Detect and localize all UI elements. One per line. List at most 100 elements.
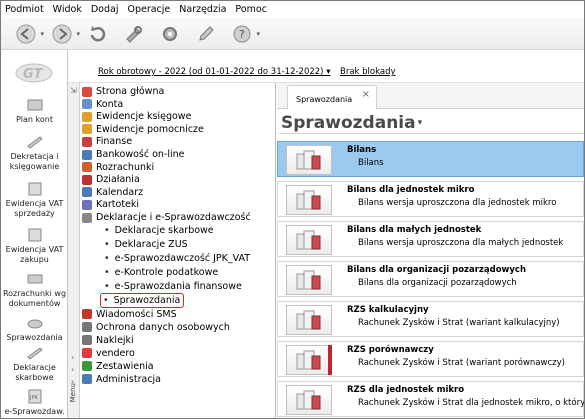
nav-item-icon: [82, 99, 92, 110]
tools-button[interactable]: [119, 22, 149, 46]
refresh-button[interactable]: [83, 22, 113, 46]
period-bar: Rok obrotowy - 2022 (od 01-01-2022 do 31…: [68, 50, 584, 83]
quick-sprawozdania[interactable]: Sprawozdania: [1, 315, 68, 343]
quick-vat-sprzedazy[interactable]: Ewidencja VAT sprzedaży: [1, 181, 68, 218]
nav-subitem[interactable]: • e-Sprawozdania finansowe: [104, 280, 242, 293]
report-thumbnail: [286, 225, 332, 255]
nav-subitem[interactable]: • e-Sprawozdawczość JPK_VAT: [104, 252, 250, 265]
nav-collapse-strip[interactable]: ⇲ › › › Menu: [68, 83, 80, 418]
nav-item[interactable]: vendero: [82, 347, 135, 360]
nav-item[interactable]: Strona główna: [82, 85, 164, 98]
reports-icon: [27, 319, 42, 329]
fiscal-year-selector[interactable]: Rok obrotowy - 2022 (od 01-01-2022 do 31…: [98, 67, 330, 77]
report-thumbnail: [286, 265, 332, 295]
nav-subitem[interactable]: • Sprawozdania: [100, 292, 185, 308]
nav-subitem-label: Deklaracje skarbowe: [114, 224, 214, 236]
nav-item-icon: [82, 162, 92, 173]
nav-item[interactable]: Działania: [82, 173, 140, 186]
nav-item[interactable]: Administracja: [82, 373, 161, 386]
nav-item-label: Wiadomości SMS: [96, 308, 177, 320]
report-card[interactable]: Bilans Bilans: [277, 141, 584, 177]
nav-item-icon: [82, 361, 92, 372]
settlements-icon: [27, 274, 42, 284]
report-title: RZS porównawczy: [347, 345, 434, 355]
help-button[interactable]: ? ▾: [227, 22, 260, 46]
nav-item[interactable]: Bankowość on-line: [82, 148, 185, 161]
quick-vat-zakupu[interactable]: Ewidencja VAT zakupu: [1, 227, 68, 264]
nav-item-label: Ochrona danych osobowych: [96, 321, 230, 333]
report-doc-icon: [296, 350, 321, 370]
bullet-icon: •: [104, 280, 110, 292]
nav-item[interactable]: Naklejki: [82, 334, 134, 347]
menu-widok[interactable]: Widok: [53, 4, 82, 15]
vat-purchase-icon: [28, 228, 41, 242]
menu-dodaj[interactable]: Dodaj: [91, 4, 119, 15]
forward-button[interactable]: ▾: [47, 22, 80, 46]
page-title[interactable]: Sprawozdania ▾: [281, 113, 422, 133]
tools-icon: [126, 25, 142, 43]
lock-status-link[interactable]: Brak blokady: [340, 67, 396, 77]
nav-item[interactable]: Finanse: [82, 135, 132, 148]
toolbar: ▾ ▾ ? ▾: [1, 18, 584, 50]
report-card[interactable]: RZS porównawczy Rachunek Zysków i Strat (…: [277, 341, 584, 377]
nav-item[interactable]: Kalendarz: [82, 186, 143, 199]
nav-item[interactable]: Zestawienia: [82, 360, 154, 373]
nav-item[interactable]: Kartoteki: [82, 198, 139, 211]
report-doc-icon: [296, 310, 321, 330]
menu-pomoc[interactable]: Pomoc: [235, 4, 267, 15]
quick-plan-kont[interactable]: Plan kont: [1, 97, 68, 125]
nav-item-icon: [82, 149, 92, 160]
report-description: Rachunek Zysków i Strat dla jednostek mi…: [358, 398, 585, 408]
nav-item[interactable]: Ochrona danych osobowych: [82, 321, 230, 334]
pin-icon[interactable]: ⇲: [70, 86, 77, 95]
menu-podmiot[interactable]: Podmiot: [5, 4, 44, 15]
report-doc-icon: [296, 150, 321, 170]
nav-item[interactable]: Ewidencje księgowe: [82, 110, 191, 123]
nav-item[interactable]: Konta: [82, 98, 123, 111]
navigation-tree: ⇲ › › › Menu Strona główna Konta Ewidencje…: [68, 83, 276, 418]
nav-item[interactable]: Deklaracje i e-Sprawozdawczość: [82, 211, 251, 224]
nav-subitem-label: e-Sprawozdawczość JPK_VAT: [114, 252, 251, 264]
report-card[interactable]: RZS dla jednostek mikro Rachunek Zysków i…: [277, 381, 584, 417]
nav-item-label: Administracja: [96, 373, 162, 385]
nav-subitem[interactable]: • Deklaracje ZUS: [104, 238, 188, 251]
nav-item[interactable]: Wiadomości SMS: [82, 308, 177, 321]
quick-dekretacja[interactable]: Dekretacja i księgowanie: [1, 134, 68, 171]
report-card[interactable]: RZS kalkulacyjny Rachunek Zysków i Strat …: [277, 301, 584, 337]
report-description: Bilans: [358, 158, 384, 168]
help-icon: ?: [233, 25, 251, 42]
nav-item-label: vendero: [96, 347, 135, 359]
quick-deklaracje[interactable]: Deklaracje skarbowe: [1, 345, 68, 382]
nav-item-icon: [82, 111, 92, 122]
quick-jpk-vat[interactable]: JPK e-Sprawozdaw. JPK_VAT: [1, 389, 68, 418]
nav-subitem[interactable]: • e-Kontrole podatkowe: [104, 266, 218, 279]
report-card[interactable]: Bilans dla organizacji pozarządowych Bila…: [277, 261, 584, 297]
tab-sprawozdania[interactable]: Sprawozdania ×: [287, 85, 377, 109]
menu-operacje[interactable]: Operacje: [127, 4, 170, 15]
report-card[interactable]: Bilans dla małych jednostek Bilans wersja…: [277, 221, 584, 257]
bullet-icon: •: [104, 224, 110, 236]
close-icon[interactable]: ×: [362, 89, 370, 100]
forward-icon: [52, 24, 72, 43]
nav-item-label: Ewidencje księgowe: [96, 111, 192, 123]
chevron-right-icon[interactable]: ›: [71, 365, 74, 374]
quick-label: Ewidencja VAT zakupu: [5, 245, 64, 264]
back-button[interactable]: ▾: [11, 22, 44, 46]
menu-narzedzia[interactable]: Narzędzia: [179, 4, 226, 15]
nav-item-icon: [82, 124, 92, 135]
settings-button[interactable]: [155, 22, 185, 46]
nav-item-icon: [82, 309, 92, 320]
nav-item[interactable]: Rozrachunki: [82, 161, 154, 174]
nav-item[interactable]: Ewidencje pomocnicze: [82, 123, 204, 136]
tab-bar: Sprawozdania ×: [277, 83, 584, 109]
edit-button[interactable]: [191, 22, 221, 46]
nav-item-icon: [82, 86, 92, 97]
nav-subitem-label: e-Sprawozdania finansowe: [114, 280, 242, 292]
report-card[interactable]: Bilans dla jednostek mikro Bilans wersja …: [277, 181, 584, 217]
chevron-right-icon[interactable]: ›: [71, 353, 74, 362]
report-title: RZS dla jednostek mikro: [347, 385, 465, 395]
nav-subitem[interactable]: • Deklaracje skarbowe: [104, 224, 214, 237]
app-logo: GT: [15, 63, 53, 83]
nav-item-icon: [82, 348, 92, 359]
quick-rozrachunki[interactable]: Rozrachunki wg dokumentów: [1, 271, 68, 308]
